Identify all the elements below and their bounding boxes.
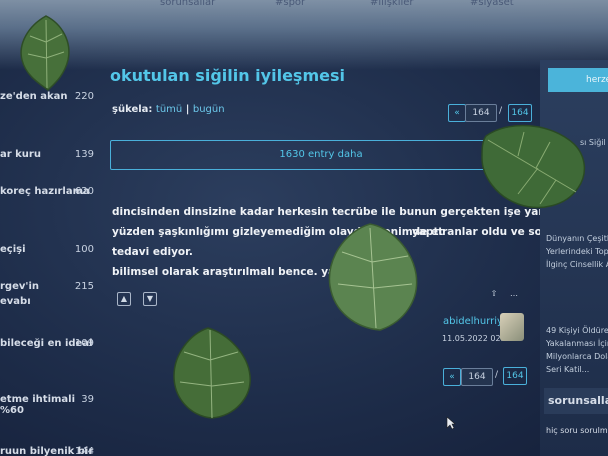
share-icon[interactable]: ⇧: [488, 288, 500, 300]
pager-separator: /: [495, 370, 499, 380]
avatar[interactable]: [500, 313, 524, 341]
pager-prev-button[interactable]: «: [448, 104, 466, 122]
left-topic-count: 215: [74, 281, 94, 292]
left-topic-count: 220: [74, 91, 94, 102]
left-topic-count: 109: [74, 338, 94, 349]
leaf-right: [481, 124, 586, 209]
top-nav: sorunsallar #spor #ilişkiler #siyaset: [0, 0, 608, 10]
entry-line: dincisinden dinsizine kadar herkesin tec…: [112, 206, 608, 218]
sidebar-section-title: sorunsallar: [544, 388, 608, 414]
related-card-line[interactable]: Dünyanın Çeşitli: [546, 232, 608, 245]
sukela-today-link[interactable]: bugün: [193, 104, 225, 115]
sidebar-question[interactable]: hiç soru sorulma: [546, 426, 608, 435]
topic-title[interactable]: okutulan siğilin iyileşmesi: [110, 66, 345, 85]
pager-separator: /: [499, 106, 503, 116]
right-sidebar-button[interactable]: herze: [548, 68, 608, 92]
more-entries-button[interactable]: 1630 entry daha: [110, 140, 532, 170]
left-topic-title: evabı: [0, 296, 31, 307]
nav-item-siyaset[interactable]: #siyaset: [470, 0, 514, 8]
related-card-line[interactable]: Seri Katil...: [546, 363, 589, 376]
related-card-line[interactable]: 49 Kişiyi Öldüren,: [546, 324, 608, 337]
left-topic-title: ze'den akan: [0, 91, 68, 102]
related-card-line[interactable]: Milyonlarca Dolar: [546, 350, 608, 363]
related-card-line[interactable]: Yerlerindeki Topl: [546, 245, 608, 258]
entry-line: bilimsel olarak araştırılmalı bence. yan…: [112, 266, 408, 278]
pager-last-button[interactable]: 164: [503, 367, 527, 385]
pager-prev-button[interactable]: «: [443, 368, 461, 386]
left-topic-title: eçişi: [0, 244, 26, 255]
screen-glare: [0, 0, 608, 70]
downvote-icon[interactable]: ▼: [143, 292, 157, 306]
pager-page-select[interactable]: 164: [461, 368, 493, 386]
sukela-filter: şükela: tümü | bugün: [112, 104, 225, 115]
sukela-all-link[interactable]: tümü: [156, 104, 182, 115]
leaf-top-left: [20, 15, 70, 91]
left-topic-count: 144: [74, 446, 94, 456]
mouse-cursor-icon: [446, 416, 456, 430]
upvote-icon[interactable]: ▲: [117, 292, 131, 306]
nav-item-spor[interactable]: #spor: [275, 0, 305, 8]
nav-item-sorunsallar[interactable]: sorunsallar: [160, 0, 215, 8]
photo-of-screen: sorunsallar #spor #ilişkiler #siyaset ze…: [0, 0, 608, 456]
related-card-line[interactable]: Yakalanması İçin: [546, 337, 608, 350]
leaf-center: [328, 223, 418, 331]
left-topic-count: 39: [81, 394, 94, 405]
left-topic-title: rgev'in: [0, 281, 39, 292]
related-card-line[interactable]: İlginç Cinsellik Alı: [546, 258, 608, 271]
sukela-separator: |: [185, 104, 190, 115]
leaf-bottom: [173, 327, 251, 419]
nav-item-iliskiler[interactable]: #ilişkiler: [370, 0, 414, 8]
left-topic-count: 139: [74, 149, 94, 160]
left-topic-count: 100: [74, 244, 94, 255]
left-topic-count: 620: [74, 186, 94, 197]
sukela-label: şükela:: [112, 104, 153, 115]
entry-line: tedavi ediyor.: [112, 246, 193, 258]
left-topic-title: ar kuru: [0, 149, 41, 160]
ellipsis-icon[interactable]: …: [508, 288, 520, 300]
